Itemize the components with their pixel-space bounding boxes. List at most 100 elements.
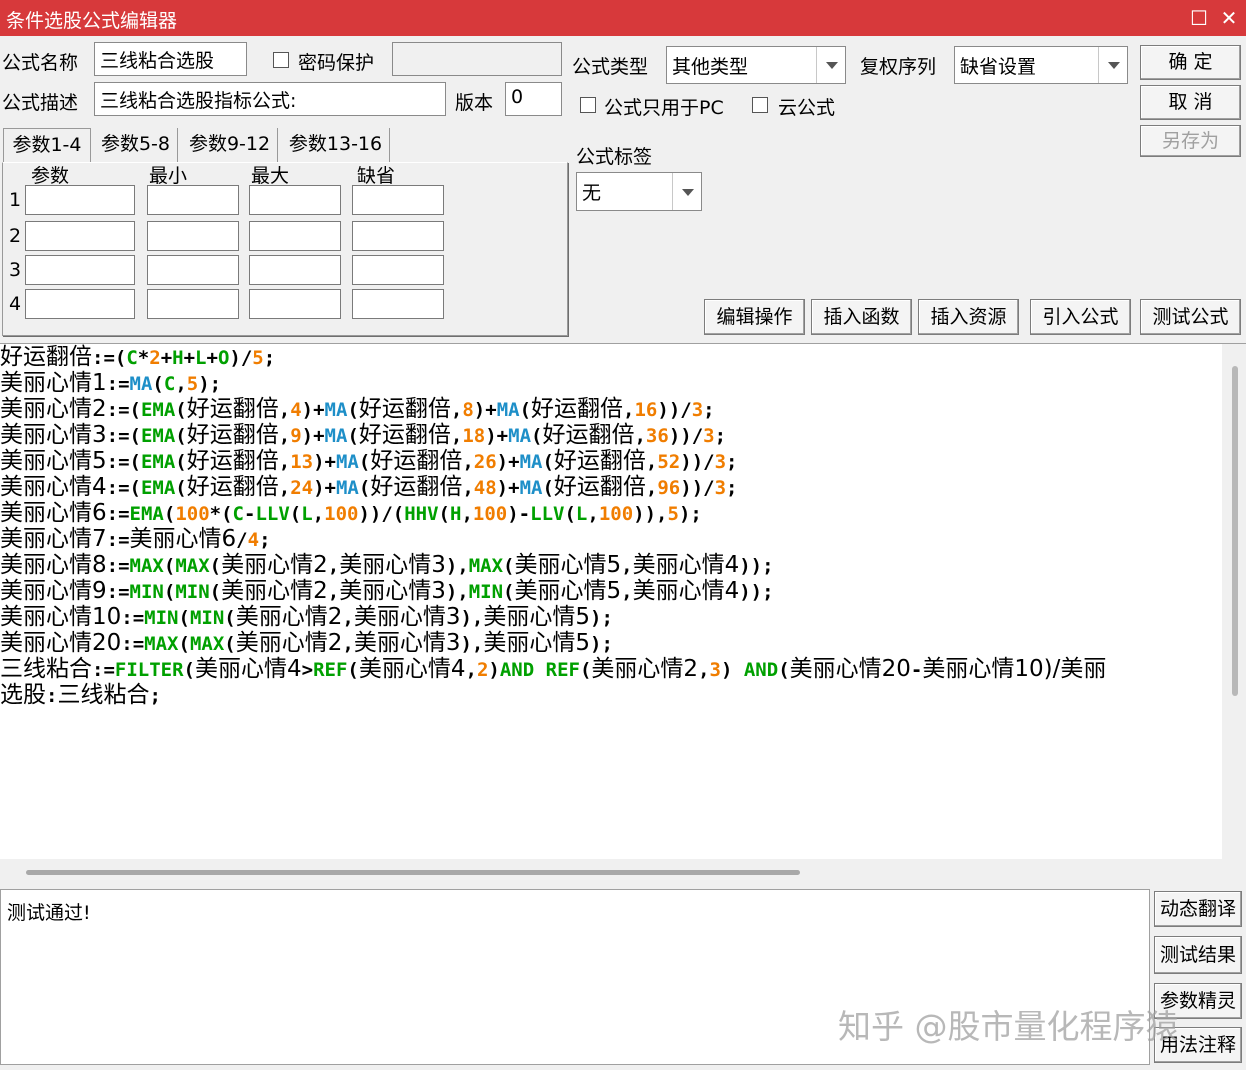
- code-token: (: [209, 555, 222, 577]
- code-token: 5: [186, 373, 199, 395]
- code-token: (: [163, 503, 176, 525]
- code-token: MA: [508, 425, 532, 447]
- formula-tag-select[interactable]: 无: [576, 172, 702, 211]
- code-token: MAX: [144, 633, 179, 655]
- formula-name-input[interactable]: 三线粘合选股: [94, 42, 247, 76]
- code-token: (: [358, 451, 371, 473]
- restore-series-select[interactable]: 缺省设置: [954, 46, 1128, 84]
- password-protect-checkbox[interactable]: [273, 52, 289, 68]
- param-1-max[interactable]: [249, 185, 341, 215]
- code-token: 美丽心情7: [0, 526, 107, 552]
- dynamic-translate-button[interactable]: 动态翻译: [1154, 891, 1242, 927]
- code-token: ,: [327, 581, 340, 603]
- code-line[interactable]: 三线粘合:=FILTER(美丽心情4>REF(美丽心情4,2)AND REF(美…: [0, 656, 1222, 682]
- code-line[interactable]: 美丽心情4:=(EMA(好运翻倍,24)+MA(好运翻倍,48)+MA(好运翻倍…: [0, 474, 1222, 500]
- horizontal-scroll-thumb[interactable]: [26, 870, 800, 875]
- code-area[interactable]: 好运翻倍:=(C*2+H+L+O)/5; 美丽心情1:=MA(C,5); 美丽心情2…: [0, 344, 1222, 708]
- pc-only-checkbox[interactable]: [580, 97, 596, 113]
- vertical-scroll-thumb[interactable]: [1232, 366, 1238, 696]
- formula-desc-input[interactable]: 三线粘合选股指标公式:: [94, 82, 446, 116]
- code-token: ,: [175, 373, 187, 395]
- ok-button[interactable]: 确 定: [1140, 45, 1241, 80]
- code-token: (: [564, 503, 576, 525]
- code-token: 美丽心情10: [922, 656, 1044, 682]
- code-token: ,: [698, 659, 710, 681]
- param-1-default[interactable]: [352, 185, 444, 215]
- code-token: 好运翻倍: [186, 448, 279, 474]
- close-icon[interactable]: ✕: [1216, 5, 1242, 31]
- chevron-down-icon[interactable]: [816, 47, 845, 83]
- code-line[interactable]: 美丽心情20:=MAX(MAX(美丽心情2,美丽心情3),美丽心情5);: [0, 630, 1222, 656]
- test-result-button[interactable]: 测试结果: [1154, 936, 1242, 974]
- param-3-max[interactable]: [249, 255, 341, 285]
- code-line[interactable]: 美丽心情10:=MIN(MIN(美丽心情2,美丽心情3),美丽心情5);: [0, 604, 1222, 630]
- code-line[interactable]: 美丽心情5:=(EMA(好运翻倍,13)+MA(好运翻倍,26)+MA(好运翻倍…: [0, 448, 1222, 474]
- chevron-down-icon[interactable]: [672, 173, 701, 210]
- param-4-max[interactable]: [249, 289, 341, 319]
- code-token: MIN: [144, 607, 179, 629]
- code-line[interactable]: 选股:三线粘合;: [0, 682, 1222, 708]
- code-token: 4: [247, 529, 260, 551]
- param-2-default[interactable]: [352, 221, 444, 251]
- code-token: ,: [278, 451, 291, 473]
- formula-desc-label: 公式描述: [2, 92, 79, 114]
- param-3-default[interactable]: [352, 255, 444, 285]
- param-2-max[interactable]: [249, 221, 341, 251]
- version-input[interactable]: 0: [505, 82, 562, 116]
- code-token: ,: [327, 555, 340, 577]
- code-token: 26: [473, 451, 497, 473]
- param-1-name[interactable]: [25, 185, 135, 215]
- param-2-min[interactable]: [147, 221, 239, 251]
- code-token: HHV: [404, 503, 439, 525]
- param-2-name[interactable]: [25, 221, 135, 251]
- maximize-icon[interactable]: ☐: [1186, 5, 1212, 31]
- edit-ops-button[interactable]: 编辑操作: [704, 299, 805, 335]
- insert-function-button[interactable]: 插入函数: [811, 299, 912, 335]
- cancel-button[interactable]: 取 消: [1140, 85, 1241, 120]
- code-token: ))/: [657, 399, 692, 421]
- title-bar: 条件选股公式编辑器 ☐ ✕: [0, 0, 1246, 36]
- restore-series-label: 复权序列: [860, 56, 937, 78]
- code-line[interactable]: 好运翻倍:=(C*2+H+L+O)/5;: [0, 344, 1222, 370]
- code-line[interactable]: 美丽心情3:=(EMA(好运翻倍,9)+MA(好运翻倍,18)+MA(好运翻倍,…: [0, 422, 1222, 448]
- vertical-scrollbar[interactable]: [1222, 344, 1246, 860]
- param-1-min[interactable]: [147, 185, 239, 215]
- param-4-default[interactable]: [352, 289, 444, 319]
- password-input[interactable]: [392, 42, 562, 76]
- param-3-name[interactable]: [25, 255, 135, 285]
- tab-params-1-4[interactable]: 参数1-4: [3, 128, 91, 162]
- code-token: 24: [290, 477, 314, 499]
- param-4-name[interactable]: [25, 289, 135, 319]
- cloud-formula-checkbox[interactable]: [752, 97, 768, 113]
- code-token: )/美丽: [1043, 656, 1107, 682]
- insert-resource-button[interactable]: 插入资源: [918, 299, 1019, 335]
- code-line[interactable]: 美丽心情1:=MA(C,5);: [0, 370, 1222, 396]
- code-token: ))/(: [358, 503, 405, 525]
- formula-type-select[interactable]: 其他类型: [666, 46, 846, 84]
- code-line[interactable]: 美丽心情2:=(EMA(好运翻倍,4)+MA(好运翻倍,8)+MA(好运翻倍,1…: [0, 396, 1222, 422]
- code-token: EMA: [140, 451, 176, 473]
- code-token: (: [178, 633, 190, 655]
- code-line[interactable]: 美丽心情6:=EMA(100*(C-LLV(L,100))/(HHV(H,100…: [0, 500, 1222, 526]
- tab-params-9-12[interactable]: 参数9-12: [182, 128, 278, 162]
- tab-params-5-8[interactable]: 参数5-8: [94, 128, 178, 162]
- code-line[interactable]: 美丽心情7:=美丽心情6/4;: [0, 526, 1222, 552]
- code-token: (: [347, 399, 359, 421]
- code-token: (: [542, 477, 554, 499]
- tab-params-13-16[interactable]: 参数13-16: [282, 128, 390, 162]
- formula-editor[interactable]: 好运翻倍:=(C*2+H+L+O)/5; 美丽心情1:=MA(C,5); 美丽心情2…: [0, 343, 1246, 860]
- import-formula-button[interactable]: 引入公式: [1030, 299, 1131, 335]
- code-token: 13: [290, 451, 314, 473]
- param-4-min[interactable]: [147, 289, 239, 319]
- chevron-down-icon[interactable]: [1098, 47, 1127, 83]
- code-line[interactable]: 美丽心情8:=MAX(MAX(美丽心情2,美丽心情3),MAX(美丽心情5,美丽…: [0, 552, 1222, 578]
- code-token: (: [347, 425, 359, 447]
- code-token: 美丽心情4: [0, 474, 107, 500]
- param-3-min[interactable]: [147, 255, 239, 285]
- test-formula-button[interactable]: 测试公式: [1140, 299, 1241, 335]
- horizontal-scrollbar[interactable]: [0, 859, 1246, 887]
- code-line[interactable]: 美丽心情9:=MIN(MIN(美丽心情2,美丽心情3),MIN(美丽心情5,美丽…: [0, 578, 1222, 604]
- code-token: MIN: [129, 581, 164, 603]
- code-token: 18: [462, 425, 486, 447]
- save-as-button[interactable]: 另存为: [1140, 125, 1241, 157]
